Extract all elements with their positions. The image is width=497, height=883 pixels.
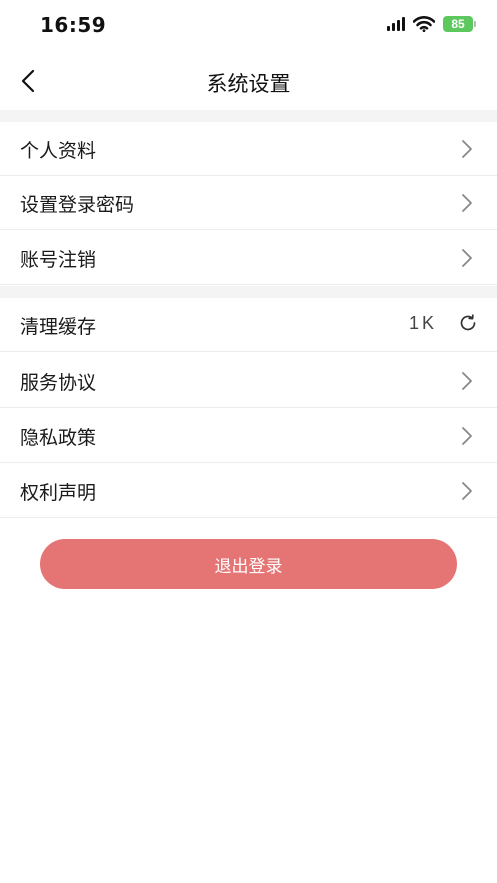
signal-icon	[387, 17, 405, 31]
row-rights-statement[interactable]: 权利声明	[0, 464, 497, 518]
status-bar: 16:59 85	[0, 0, 497, 52]
logout-button[interactable]: 退出登录	[40, 539, 457, 589]
row-delete-account[interactable]: 账号注销	[0, 231, 497, 285]
row-label: 设置登录密码	[20, 194, 135, 216]
nav-bar: 系统设置	[0, 52, 497, 110]
row-set-password[interactable]: 设置登录密码	[0, 176, 497, 230]
page-title: 系统设置	[206, 72, 291, 96]
battery-icon: 85	[443, 16, 476, 32]
chevron-right-icon	[462, 427, 472, 445]
row-label: 个人资料	[20, 140, 97, 162]
row-profile[interactable]: 个人资料	[0, 122, 497, 176]
battery-level: 85	[451, 17, 465, 31]
row-privacy-policy[interactable]: 隐私政策	[0, 409, 497, 463]
wifi-icon	[413, 16, 435, 32]
cache-size: 1K	[408, 313, 437, 333]
status-time: 16:59	[40, 13, 107, 37]
chevron-right-icon	[462, 482, 472, 500]
status-icons: 85	[387, 16, 476, 32]
row-label: 清理缓存	[20, 316, 97, 338]
row-label: 账号注销	[20, 249, 97, 271]
row-label: 隐私政策	[20, 427, 97, 449]
battery-tip	[474, 21, 476, 27]
row-clear-cache[interactable]: 清理缓存 1K	[0, 298, 497, 352]
refresh-icon[interactable]	[459, 314, 477, 332]
chevron-right-icon	[462, 249, 472, 267]
row-label: 服务协议	[20, 372, 97, 394]
chevron-right-icon	[462, 140, 472, 158]
chevron-right-icon	[462, 372, 472, 390]
section-divider	[0, 110, 497, 122]
row-label: 权利声明	[20, 482, 97, 504]
chevron-right-icon	[462, 194, 472, 212]
section-divider	[0, 286, 497, 298]
row-service-agreement[interactable]: 服务协议	[0, 354, 497, 408]
